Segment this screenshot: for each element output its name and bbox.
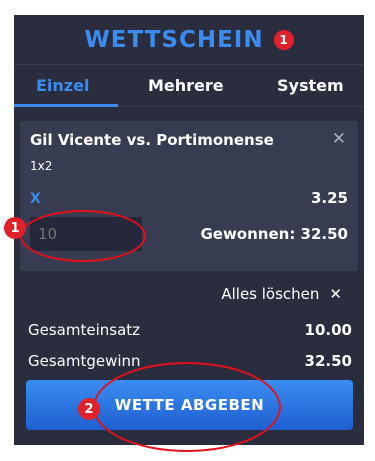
tab-mehrere[interactable]: Mehrere	[148, 76, 224, 95]
clear-all-label: Alles löschen	[221, 285, 320, 303]
slip-header: WETTSCHEIN 1	[14, 15, 364, 65]
total-stake-label: Gesamteinsatz	[28, 321, 141, 339]
total-win-row: Gesamtgewinn 32.50	[28, 352, 352, 370]
stake-input[interactable]	[30, 217, 142, 251]
bet-card: Gil Vicente vs. Portimonense ✕ 1x2 X 3.2…	[20, 121, 358, 271]
potential-winnings: Gewonnen: 32.50	[200, 225, 348, 243]
total-win-value: 32.50	[304, 352, 352, 370]
remove-bet-close-icon[interactable]: ✕	[332, 129, 346, 149]
bet-type-tabs: Einzel Mehrere System	[14, 65, 364, 107]
annotation-badge-2: 2	[78, 398, 100, 420]
tab-einzel[interactable]: Einzel	[36, 76, 89, 95]
bet-slip-panel: WETTSCHEIN 1 Einzel Mehrere System Gil V…	[14, 15, 364, 445]
selection-label: X	[30, 191, 41, 207]
market-label: 1x2	[30, 159, 53, 173]
slip-title: WETTSCHEIN	[84, 26, 264, 53]
total-stake-row: Gesamteinsatz 10.00	[28, 321, 352, 339]
total-win-label: Gesamtgewinn	[28, 352, 141, 370]
annotation-badge-1: 1	[4, 217, 26, 239]
tab-system[interactable]: System	[277, 76, 344, 95]
match-title: Gil Vicente vs. Portimonense	[30, 131, 274, 149]
odds-value: 3.25	[310, 189, 348, 207]
clear-all-close-icon: ✕	[329, 285, 342, 303]
total-stake-value: 10.00	[304, 321, 352, 339]
clear-all-button[interactable]: Alles löschen ✕	[221, 285, 342, 303]
active-tab-indicator	[14, 104, 118, 107]
place-bet-button[interactable]: WETTE ABGEBEN	[26, 380, 353, 430]
bet-count-badge: 1	[273, 29, 294, 50]
